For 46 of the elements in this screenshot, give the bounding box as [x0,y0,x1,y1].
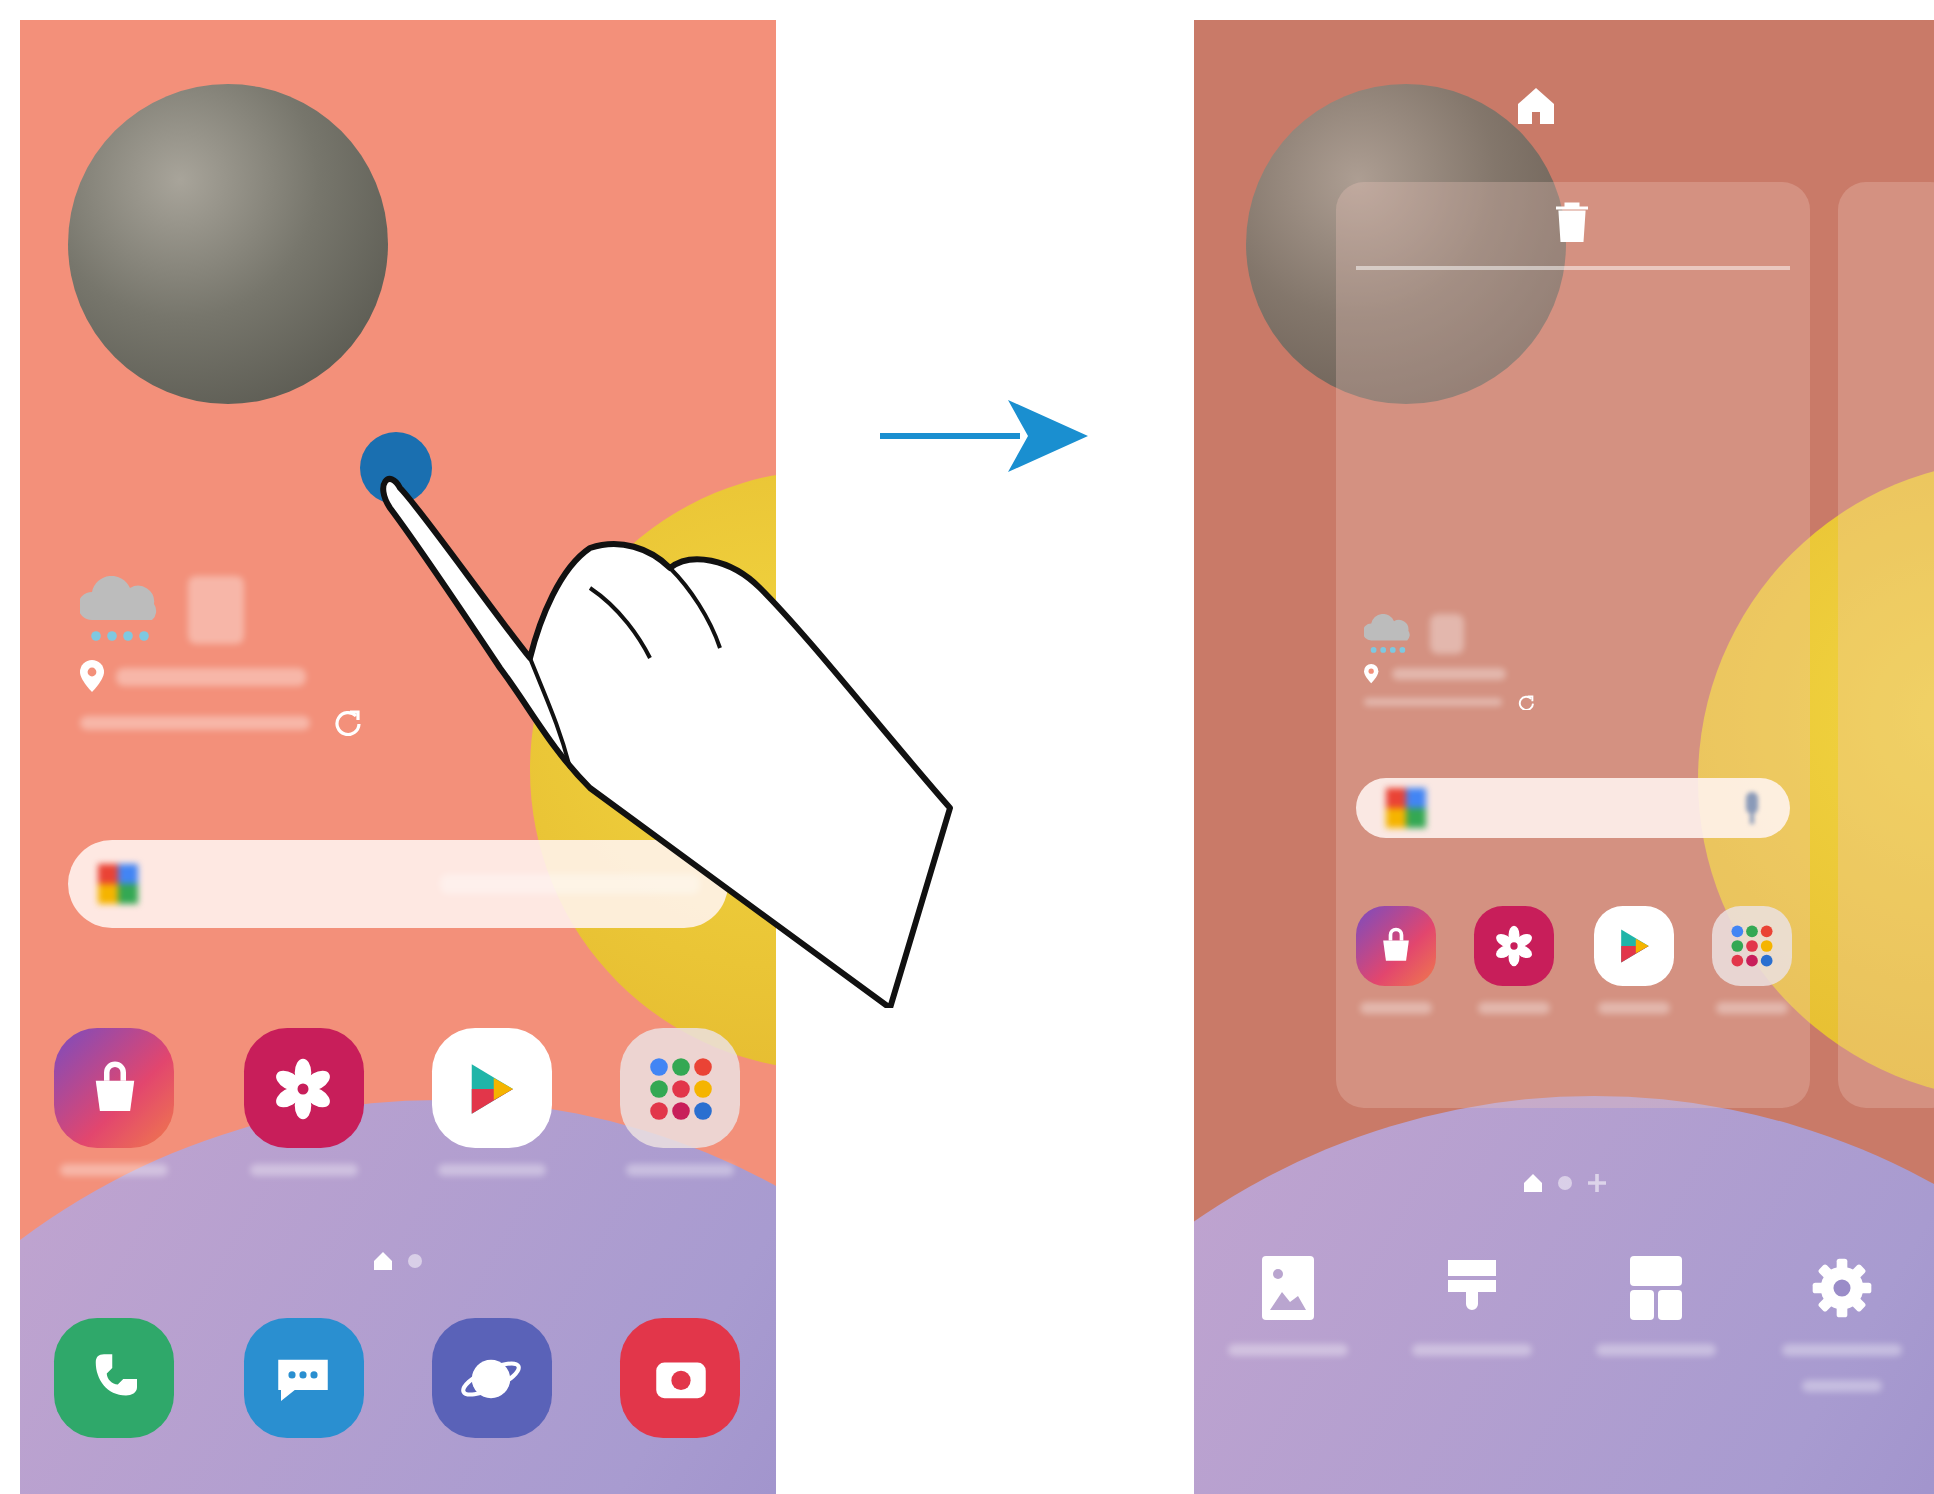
app-tile[interactable] [1711,905,1792,986]
blurred-option-label [1801,1380,1882,1392]
app-tile[interactable] [620,1028,741,1148]
search-bar[interactable] [67,840,728,928]
blurred-option-label [1781,1344,1902,1356]
app-tile[interactable] [620,1318,741,1438]
app-folder-icon [647,1055,714,1121]
refresh-icon[interactable] [1517,693,1534,710]
blurred-update-time [1364,697,1503,706]
blurred-option-label [1596,1344,1717,1356]
blurred-app-label [60,1164,169,1176]
blurred-temperature [1429,614,1464,655]
trash-icon[interactable] [1553,202,1590,242]
refresh-icon[interactable] [333,708,362,736]
app-tile[interactable] [54,1318,175,1438]
blurred-app-label [626,1164,735,1176]
location-pin-icon [1364,664,1380,684]
right-arrow-icon [880,400,1089,472]
app-tile[interactable] [54,1028,175,1148]
flower-icon [1492,923,1537,968]
blurred-logo-icon [95,862,140,906]
page-card[interactable] [1336,182,1811,1108]
app-folder-icon [1729,923,1774,968]
blurred-app-label [1360,1001,1432,1014]
blurred-option-label [1411,1344,1532,1356]
home-icon[interactable] [1516,86,1557,126]
app-tile[interactable] [1593,905,1673,986]
app-tile[interactable] [1356,905,1436,986]
location-pin-icon [79,660,104,692]
blurred-option-label [1227,1344,1348,1356]
blurred-app-label [1597,1001,1669,1014]
blurred-app-label [249,1164,358,1176]
blurred-app-label [437,1164,546,1176]
blurred-location [1391,668,1506,680]
blurred-temperature [187,576,244,644]
widgets-grid-icon[interactable] [1630,1256,1683,1320]
app-tile[interactable] [1474,905,1555,986]
blurred-app-label [1715,1001,1788,1014]
blurred-app-label [1478,1001,1551,1014]
picture-icon[interactable] [1261,1256,1314,1320]
settings-icon[interactable] [1809,1256,1874,1320]
app-tile[interactable] [243,1028,364,1148]
blurred-mic-icon [1742,791,1763,824]
app-tile[interactable] [431,1028,552,1148]
blurred-logo-icon [1384,785,1429,830]
search-bar[interactable] [1356,777,1791,838]
